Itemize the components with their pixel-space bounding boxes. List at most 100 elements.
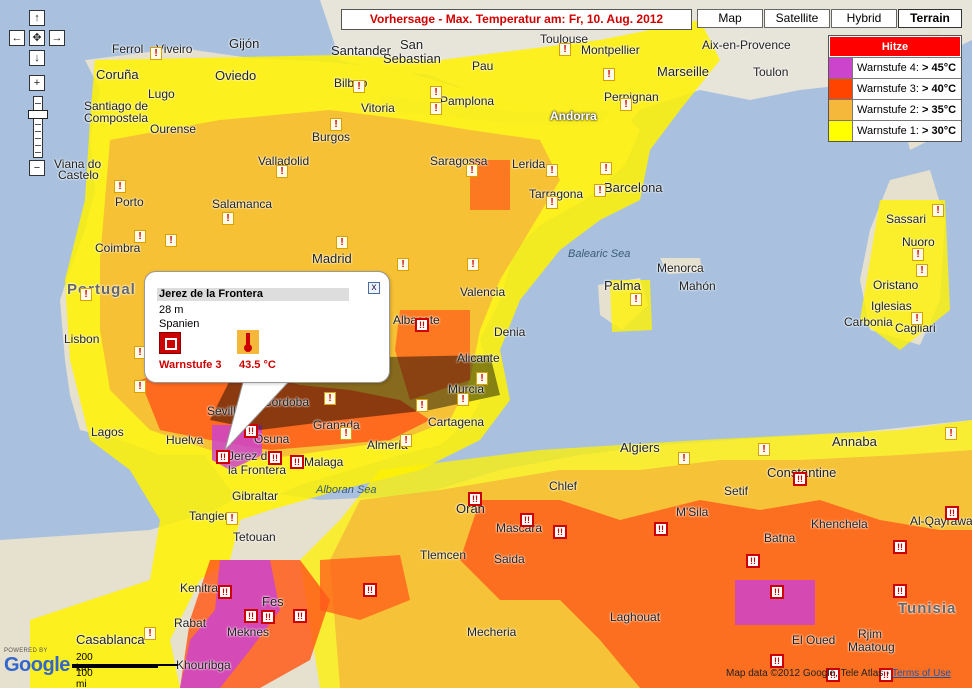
place-label: Al-Qayrawan <box>910 514 972 528</box>
zoom-out-button[interactable]: − <box>29 160 45 176</box>
place-label: Barcelona <box>604 180 663 195</box>
warning-marker[interactable]: ! <box>630 293 642 306</box>
place-label: San <box>400 37 424 52</box>
warning-marker[interactable]: !! <box>290 455 304 469</box>
warning-marker[interactable]: ! <box>353 80 365 93</box>
warning-marker[interactable]: !! <box>244 609 258 623</box>
place-label: Annaba <box>832 434 877 449</box>
warning-marker[interactable]: ! <box>397 258 409 271</box>
warning-marker[interactable]: !! <box>415 318 429 332</box>
warning-marker[interactable]: !! <box>261 610 275 624</box>
legend-swatch <box>829 100 853 120</box>
warning-marker[interactable]: !! <box>553 525 567 539</box>
warning-marker[interactable]: ! <box>324 392 336 405</box>
warning-marker[interactable]: ! <box>932 204 944 217</box>
place-label: Saida <box>494 552 525 566</box>
place-label: Lisbon <box>64 332 100 346</box>
place-label: Denia <box>494 325 526 339</box>
pan-left-button[interactable]: ← <box>9 30 25 46</box>
info-elevation: 28 m <box>159 304 184 316</box>
place-label: Khenchela <box>811 517 868 531</box>
map-type-hybrid-button[interactable]: Hybrid <box>831 9 897 28</box>
place-label: Andorra <box>550 109 597 123</box>
place-label: Nuoro <box>902 235 935 249</box>
warning-marker[interactable]: ! <box>416 399 428 412</box>
warning-marker[interactable]: ! <box>80 288 92 301</box>
warning-marker[interactable]: ! <box>400 434 412 447</box>
map-type-map-button[interactable]: Map <box>697 9 763 28</box>
warning-marker[interactable]: ! <box>336 236 348 249</box>
pan-right-button[interactable]: → <box>49 30 65 46</box>
place-label: Salamanca <box>212 197 273 211</box>
warning-marker[interactable]: ! <box>430 86 442 99</box>
pan-down-button[interactable]: ↓ <box>29 50 45 66</box>
place-label: Ferrol <box>112 42 144 56</box>
place-label: Menorca <box>657 261 704 275</box>
warning-marker[interactable]: !! <box>893 584 907 598</box>
warning-marker[interactable]: ! <box>467 258 479 271</box>
warning-marker[interactable]: ! <box>330 118 342 131</box>
place-label: Kenitra <box>180 581 219 595</box>
warning-marker[interactable]: ! <box>340 427 352 440</box>
place-label: Casablanca <box>76 632 145 647</box>
warning-marker[interactable]: ! <box>150 47 162 60</box>
warning-marker[interactable]: ! <box>546 196 558 209</box>
warning-marker[interactable]: ! <box>945 427 957 440</box>
warning-marker[interactable]: ! <box>466 164 478 177</box>
warning-marker[interactable]: ! <box>476 372 488 385</box>
close-icon[interactable]: x <box>368 282 380 294</box>
warning-marker[interactable]: ! <box>165 234 177 247</box>
warning-marker[interactable]: ! <box>134 230 146 243</box>
map-type-terrain-button[interactable]: Terrain <box>898 9 962 28</box>
warning-marker[interactable]: ! <box>457 393 469 406</box>
warning-marker[interactable]: !! <box>520 513 534 527</box>
warning-marker[interactable]: ! <box>144 627 156 640</box>
zoom-slider-handle[interactable] <box>28 110 48 119</box>
zoom-in-button[interactable]: + <box>29 75 45 91</box>
place-label: Algiers <box>620 440 660 455</box>
warning-marker[interactable]: ! <box>678 452 690 465</box>
warning-marker[interactable]: ! <box>222 212 234 225</box>
warning-marker[interactable]: !! <box>770 585 784 599</box>
warning-marker[interactable]: !! <box>218 585 232 599</box>
warning-marker[interactable]: ! <box>600 162 612 175</box>
copyright: Map data ©2012 Google, Tele Atlas - Term… <box>726 668 951 679</box>
pan-up-button[interactable]: ↑ <box>29 10 45 26</box>
place-label: Portugal <box>67 281 136 298</box>
warning-marker[interactable]: ! <box>134 380 146 393</box>
warning-marker[interactable]: !! <box>746 554 760 568</box>
map-type-satellite-button[interactable]: Satellite <box>764 9 830 28</box>
terms-of-use-link[interactable]: Terms of Use <box>892 668 951 679</box>
warning-marker[interactable]: ! <box>620 98 632 111</box>
warning-marker[interactable]: ! <box>912 248 924 261</box>
warning-marker[interactable]: ! <box>430 102 442 115</box>
warning-marker[interactable]: ! <box>603 68 615 81</box>
warning-marker[interactable]: !! <box>654 522 668 536</box>
warning-marker[interactable]: !! <box>363 583 377 597</box>
google-logo[interactable]: POWERED BY Google <box>4 648 70 677</box>
warning-marker[interactable]: ! <box>916 264 928 277</box>
pan-center-button[interactable]: ✥ <box>29 30 45 46</box>
warning-marker[interactable]: ! <box>594 184 606 197</box>
warning-marker[interactable]: ! <box>276 165 288 178</box>
warning-marker[interactable]: !! <box>893 540 907 554</box>
warning-marker[interactable]: ! <box>546 164 558 177</box>
place-label: Maatoug <box>848 640 895 654</box>
place-label: Burgos <box>312 130 351 144</box>
warning-marker[interactable]: !! <box>293 609 307 623</box>
warning-marker[interactable]: ! <box>226 512 238 525</box>
place-label: Palma <box>604 278 641 293</box>
warning-marker[interactable]: !! <box>770 654 784 668</box>
warning-marker[interactable]: !! <box>793 472 807 486</box>
place-label: M'Sila <box>676 505 709 519</box>
legend-row: Warnstufe 3: > 40°C <box>829 78 961 99</box>
warning-marker[interactable]: ! <box>911 312 923 325</box>
warning-marker[interactable]: !! <box>945 506 959 520</box>
map-canvas[interactable]: Ferrol Viveiro Gijón Santander San Sebas… <box>0 0 972 688</box>
warning-marker[interactable]: ! <box>559 43 571 56</box>
zoom-slider-track[interactable] <box>33 96 43 158</box>
warning-marker[interactable]: ! <box>114 180 126 193</box>
warning-marker[interactable]: !! <box>468 492 482 506</box>
warning-marker[interactable]: ! <box>758 443 770 456</box>
legend-label: Warnstufe 1: <box>857 125 919 137</box>
